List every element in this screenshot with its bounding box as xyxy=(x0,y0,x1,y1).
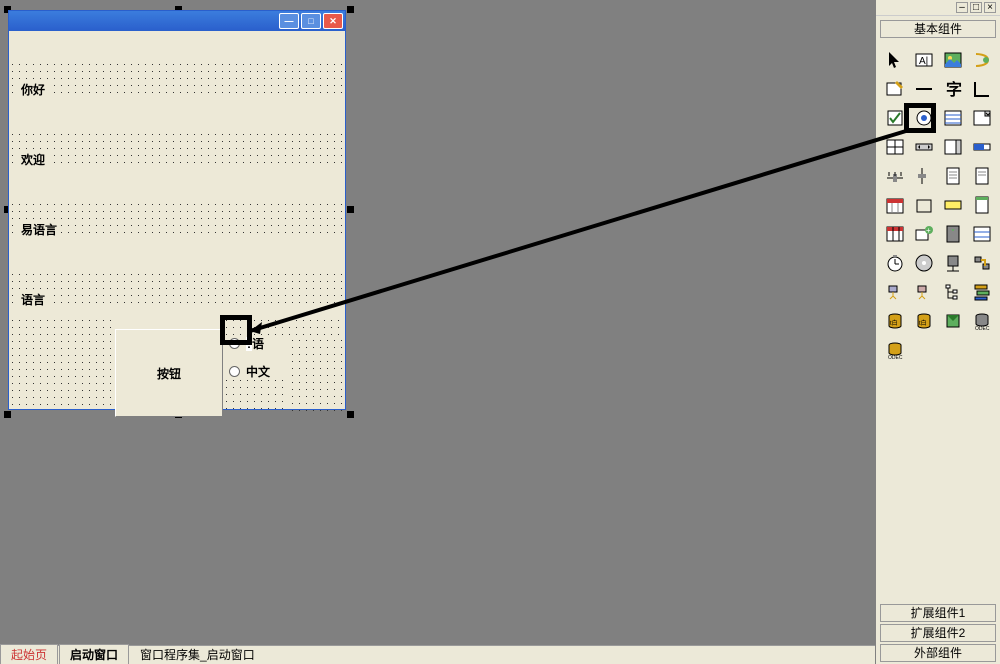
line-tool[interactable] xyxy=(910,75,937,102)
tab-startup-window[interactable]: 启动窗口 xyxy=(59,644,129,664)
design-canvas[interactable]: — □ ✕ 你好 欢迎 易语言 语言 按钮 :语 xyxy=(0,0,875,645)
document-tool[interactable] xyxy=(939,162,966,189)
component-palette: – □ × 基本组件 A| 字 + xyxy=(875,0,1000,664)
minimize-icon[interactable]: — xyxy=(279,13,299,29)
svg-text:ODEC: ODEC xyxy=(888,355,903,360)
resize-handle-e[interactable] xyxy=(347,206,354,213)
db-cylinder-tool[interactable]: t白 xyxy=(881,307,908,334)
connection-tool[interactable] xyxy=(968,249,995,276)
stack-tool[interactable] xyxy=(968,278,995,305)
edit-tool[interactable] xyxy=(881,75,908,102)
calendar-tool[interactable] xyxy=(881,191,908,218)
frame-tool[interactable] xyxy=(910,191,937,218)
palette-close-icon[interactable]: × xyxy=(984,2,996,13)
combobox-tool[interactable] xyxy=(968,104,995,131)
palette-section-external[interactable]: 外部组件 xyxy=(880,644,996,662)
net-client-tool[interactable] xyxy=(881,278,908,305)
tab-start-page[interactable]: 起始页 xyxy=(0,644,58,664)
svg-text:t白: t白 xyxy=(919,319,927,327)
svg-text:字: 字 xyxy=(946,80,962,99)
form-body[interactable]: 你好 欢迎 易语言 语言 按钮 :语 中文 xyxy=(9,31,345,409)
palette-section-ext2[interactable]: 扩展组件2 xyxy=(880,624,996,642)
grid-dots xyxy=(9,271,345,306)
label-tool[interactable]: A| xyxy=(910,46,937,73)
slider-h-tool[interactable] xyxy=(881,162,908,189)
label-2[interactable]: 欢迎 xyxy=(17,149,49,170)
db-cylinder2-tool[interactable]: t白 xyxy=(910,307,937,334)
timer-tool[interactable] xyxy=(881,249,908,276)
grid-dots xyxy=(223,377,289,411)
richedit-tool[interactable] xyxy=(968,162,995,189)
image-tool[interactable] xyxy=(939,46,966,73)
text-char-tool[interactable]: 字 xyxy=(939,75,966,102)
vscroll-tool[interactable] xyxy=(939,133,966,160)
label-3[interactable]: 易语言 xyxy=(17,219,61,240)
palette-section-header[interactable]: 基本组件 xyxy=(880,20,996,38)
tree-tool[interactable] xyxy=(939,278,966,305)
palette-max-icon[interactable]: □ xyxy=(970,2,982,13)
svg-text:t白: t白 xyxy=(890,319,898,327)
network-server-tool[interactable] xyxy=(939,249,966,276)
grid-tool[interactable] xyxy=(881,133,908,160)
designer-form[interactable]: — □ ✕ 你好 欢迎 易语言 语言 按钮 :语 xyxy=(8,10,346,410)
maximize-icon[interactable]: □ xyxy=(301,13,321,29)
palette-titlebar: – □ × xyxy=(876,0,1000,16)
pointer-tool[interactable] xyxy=(881,46,908,73)
label-4[interactable]: 语言 xyxy=(17,289,49,310)
grid-dots xyxy=(289,337,345,411)
radio-icon xyxy=(229,366,240,377)
tab-window-module[interactable]: 窗口程序集_启动窗口 xyxy=(130,645,265,664)
data-grid-tool[interactable] xyxy=(968,220,995,247)
annotation-highlight-target xyxy=(904,103,936,133)
grid-dots xyxy=(9,61,345,96)
net-host-tool[interactable] xyxy=(910,278,937,305)
hscroll-tool[interactable] xyxy=(910,133,937,160)
palette-section-ext1[interactable]: 扩展组件1 xyxy=(880,604,996,622)
odbc-tool[interactable]: ODEC xyxy=(968,307,995,334)
radio-label: 中文 xyxy=(246,363,270,380)
form-titlebar: — □ ✕ xyxy=(9,11,345,31)
form-button[interactable]: 按钮 xyxy=(115,329,223,417)
label-1[interactable]: 你好 xyxy=(17,79,49,100)
angle-tool[interactable] xyxy=(968,75,995,102)
svg-text:+: + xyxy=(926,226,931,235)
palette-grid: A| 字 + t白 t白 xyxy=(876,42,1000,367)
svg-text:A|: A| xyxy=(919,56,928,67)
datatable-tool[interactable] xyxy=(881,220,908,247)
progress-tool[interactable] xyxy=(968,133,995,160)
server-tool[interactable] xyxy=(939,220,966,247)
close-icon[interactable]: ✕ xyxy=(323,13,343,29)
resize-handle-se[interactable] xyxy=(347,411,354,418)
notepad-tool[interactable] xyxy=(968,191,995,218)
shape-tool[interactable] xyxy=(968,46,995,73)
tooltip-tool[interactable] xyxy=(939,191,966,218)
grid-dots xyxy=(9,131,345,166)
resize-handle-sw[interactable] xyxy=(4,411,11,418)
listbox-tool[interactable] xyxy=(939,104,966,131)
odbc2-tool[interactable]: ODEC xyxy=(881,336,908,363)
radio-option-2[interactable]: 中文 xyxy=(229,363,270,380)
disk-tool[interactable] xyxy=(910,249,937,276)
palette-min-icon[interactable]: – xyxy=(956,2,968,13)
annotation-highlight-source xyxy=(220,315,252,345)
add-record-tool[interactable]: + xyxy=(910,220,937,247)
grid-dots xyxy=(9,317,115,411)
document-tabs: 起始页 启动窗口 窗口程序集_启动窗口 xyxy=(0,645,875,664)
form-button-label: 按钮 xyxy=(157,365,181,382)
svg-text:ODEC: ODEC xyxy=(975,326,990,331)
slider-v-tool[interactable] xyxy=(910,162,937,189)
storage-tool[interactable] xyxy=(939,307,966,334)
palette-sections: 扩展组件1 扩展组件2 外部组件 xyxy=(876,602,1000,664)
resize-handle-ne[interactable] xyxy=(347,6,354,13)
